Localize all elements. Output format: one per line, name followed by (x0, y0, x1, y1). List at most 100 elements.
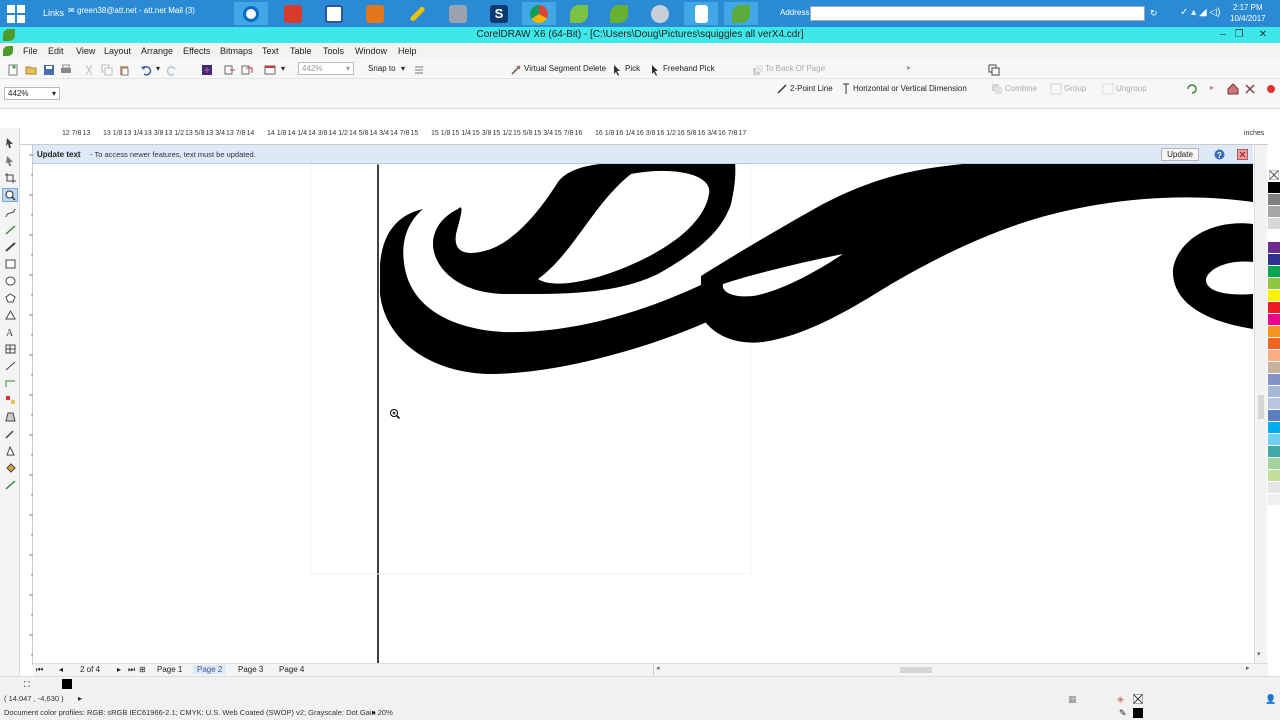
menu-view[interactable]: View (76, 46, 95, 56)
page-tab-3[interactable]: Page 3 (234, 665, 267, 674)
zoom-level-select[interactable]: 442% ▾ (4, 87, 60, 100)
leaf-app-icon-2[interactable] (602, 2, 636, 25)
windows-start-icon[interactable] (6, 4, 26, 24)
table-tool-icon[interactable] (5, 344, 16, 354)
pick-tool-icon[interactable] (5, 138, 16, 148)
address-bar-input[interactable] (810, 6, 1145, 21)
interactive-fill-tool-icon[interactable] (5, 480, 16, 490)
color-swatch[interactable] (1268, 230, 1280, 242)
group-button[interactable]: Group (1064, 84, 1086, 93)
menu-window[interactable]: Window (355, 46, 387, 56)
paste-icon[interactable] (118, 64, 130, 76)
artistic-media-tool-icon[interactable] (5, 242, 16, 252)
save-icon[interactable] (43, 64, 55, 76)
color-swatch[interactable] (1268, 398, 1280, 410)
color-swatch[interactable] (1268, 182, 1280, 194)
combine-button[interactable]: Combine (1005, 84, 1037, 93)
snap-to-dropdown[interactable]: Snap to (368, 64, 396, 73)
minimize-icon[interactable]: – (1216, 28, 1230, 41)
outline-pen-indicator-icon[interactable]: ✎ (1119, 708, 1127, 719)
combine-icon[interactable] (991, 83, 1003, 95)
menu-help[interactable]: Help (398, 46, 417, 56)
two-point-line-icon[interactable] (776, 83, 788, 95)
page-tab-2[interactable]: Page 2 (193, 665, 227, 674)
grid-app-icon[interactable] (276, 2, 310, 25)
refresh-view-icon[interactable] (1186, 83, 1198, 95)
page-tab-1[interactable]: Page 1 (153, 665, 186, 674)
cut-icon[interactable] (83, 64, 95, 76)
add-page-icon[interactable]: ⊞ (139, 665, 146, 674)
color-swatch[interactable] (1268, 374, 1280, 386)
launcher-dropdown-icon[interactable]: ▾ (281, 64, 285, 73)
color-swatch[interactable] (1268, 458, 1280, 470)
dimension-tool-icon[interactable] (840, 83, 852, 95)
restore-icon[interactable]: ❐ (1232, 28, 1246, 41)
import-icon[interactable] (201, 64, 213, 76)
open-folder-icon[interactable] (25, 64, 37, 76)
ellipse-tool-icon[interactable] (5, 276, 16, 286)
color-swatch[interactable] (1268, 326, 1280, 338)
close-notification-icon[interactable] (1237, 149, 1248, 160)
blend-tool-icon[interactable] (5, 395, 16, 405)
color-swatch[interactable] (1268, 410, 1280, 422)
menu-file[interactable]: File (23, 46, 38, 56)
vertical-scroll-thumb[interactable] (1258, 395, 1264, 419)
record-icon[interactable] (1265, 83, 1277, 95)
page-tab-4[interactable]: Page 4 (275, 665, 308, 674)
color-swatch[interactable] (1268, 314, 1280, 326)
menu-text[interactable]: Text (262, 46, 279, 56)
freehand-pick-button[interactable]: Freehand Pick (663, 64, 715, 73)
color-swatch[interactable] (1268, 278, 1280, 290)
document-icon[interactable] (3, 46, 13, 56)
to-back-of-page-icon[interactable] (752, 64, 764, 76)
ie-icon[interactable] (234, 2, 268, 25)
ungroup-icon[interactable] (1102, 83, 1114, 95)
scroll-left-arrow-icon[interactable]: ◂ (656, 664, 660, 672)
close-icon[interactable]: ✕ (1256, 28, 1270, 41)
word-icon[interactable] (317, 2, 351, 25)
coreldraw-icon[interactable] (724, 2, 758, 25)
basic-shapes-tool-icon[interactable] (5, 310, 16, 320)
blank-app-icon[interactable] (684, 2, 718, 25)
home-icon[interactable] (1227, 83, 1239, 95)
color-swatch[interactable] (1268, 386, 1280, 398)
no-color-swatch-icon[interactable] (1269, 170, 1279, 180)
eyedropper-tool-icon[interactable] (5, 429, 16, 439)
status-expand-arrow-icon[interactable]: ▸ (78, 694, 82, 703)
pick-button[interactable]: Pick (625, 64, 640, 73)
first-page-icon[interactable]: ⏮ (36, 665, 43, 675)
undo-icon[interactable] (140, 64, 152, 76)
system-clock[interactable]: 2:17 PM 10/4/2017 (1230, 2, 1266, 24)
application-launcher-icon[interactable] (264, 64, 276, 76)
globe-app-icon[interactable] (643, 2, 677, 25)
pick-tool-icon[interactable] (611, 64, 623, 76)
color-swatch[interactable] (1268, 194, 1280, 206)
zoom-level-dropdown[interactable]: 442% ▾ (298, 62, 354, 75)
user-icon[interactable]: 👤 (1265, 694, 1276, 705)
toolbar-overflow-arrow-icon[interactable]: ▸ (907, 63, 911, 72)
horizontal-ruler[interactable]: 12 7/8 13 13 1/8 13 1/4 13 3/8 13 1/2 13 5/8 13… (20, 128, 1268, 145)
color-swatch[interactable] (1268, 242, 1280, 254)
dimension-tool-icon[interactable] (5, 361, 16, 371)
smart-drawing-tool-icon[interactable] (5, 225, 16, 235)
color-swatch[interactable] (1268, 302, 1280, 314)
crop-tool-icon[interactable] (5, 173, 16, 183)
fox-app-icon[interactable] (358, 2, 392, 25)
freehand-tool-icon[interactable] (5, 208, 16, 218)
settings-app-icon[interactable] (441, 2, 475, 25)
outline-color-swatch[interactable] (1133, 708, 1143, 718)
to-back-of-page-button[interactable]: To Back Of Page (765, 64, 825, 73)
snap-to-dropdown-arrow[interactable]: ▾ (401, 64, 405, 73)
color-profiles-status[interactable]: Document color profiles: RGB: sRGB IEC61… (4, 708, 393, 717)
color-swatch[interactable] (1268, 254, 1280, 266)
vertical-ruler[interactable] (20, 145, 33, 665)
color-swatch[interactable] (1268, 338, 1280, 350)
update-button[interactable]: Update (1161, 148, 1199, 161)
transparency-tool-icon[interactable] (5, 412, 16, 422)
fill-indicator-icon[interactable]: ◈ (1117, 694, 1124, 705)
previous-page-icon[interactable]: ◂ (59, 665, 63, 674)
color-swatch[interactable] (1268, 290, 1280, 302)
color-swatch[interactable] (1268, 446, 1280, 458)
color-palette[interactable] (1268, 170, 1280, 660)
menu-layout[interactable]: Layout (104, 46, 131, 56)
